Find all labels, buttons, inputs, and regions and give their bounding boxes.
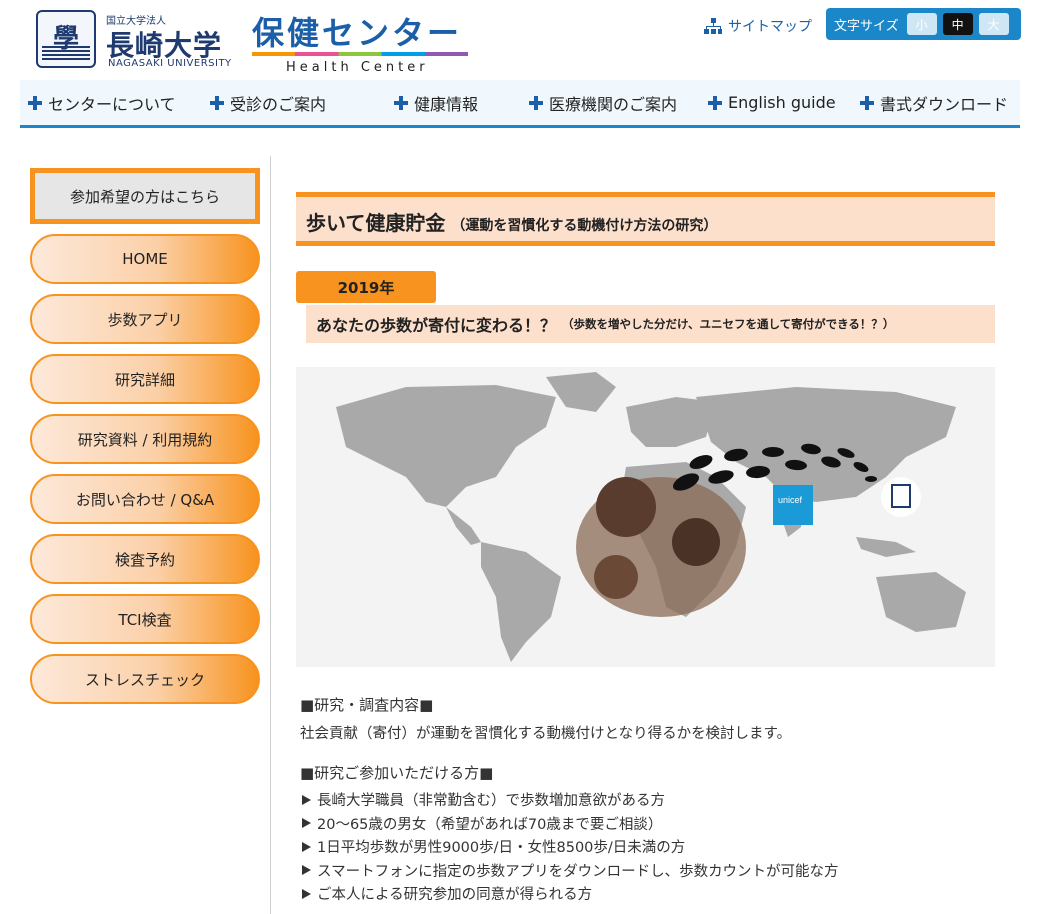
center-title-jp: 保健センター bbox=[252, 14, 463, 52]
list-item: 20～65歳の男女（希望があれば70歳まで要ご相談） bbox=[302, 812, 839, 836]
section-eligibility-title: ■研究ご参加いただける方■ bbox=[300, 764, 494, 782]
list-item: ご本人による研究参加の同意が得られる方 bbox=[302, 882, 839, 906]
center-title-en: Health Center bbox=[286, 60, 429, 75]
plus-icon bbox=[394, 95, 408, 110]
page-title-box: 歩いて健康貯金 （運動を習慣化する動機付け方法の研究） bbox=[296, 192, 995, 246]
sitemap-label: サイトマップ bbox=[728, 19, 812, 35]
font-size-large-button[interactable]: 大 bbox=[978, 13, 1009, 35]
plus-icon bbox=[529, 95, 543, 110]
sidebar-item-tci[interactable]: TCI検査 bbox=[30, 594, 260, 644]
page-subtitle: （運動を習慣化する動機付け方法の研究） bbox=[451, 218, 718, 234]
nav-label: センターについて bbox=[48, 94, 176, 114]
page-title: 歩いて健康貯金 bbox=[306, 211, 446, 235]
sidebar-item-research-materials[interactable]: 研究資料 / 利用規約 bbox=[30, 414, 260, 464]
plus-icon bbox=[708, 95, 722, 110]
university-crest-icon: 學 bbox=[36, 10, 96, 68]
font-size-medium-button[interactable]: 中 bbox=[942, 13, 973, 35]
list-item-text: 長崎大学職員（非常勤含む）で歩数増加意欲がある方 bbox=[317, 793, 665, 810]
unicef-logo-text: unicef bbox=[778, 495, 803, 505]
headline: あなたの歩数が寄付に変わる！？ bbox=[316, 316, 557, 335]
nav-item-downloads[interactable]: 書式ダウンロード bbox=[860, 91, 1008, 115]
nav-label: 健康情報 bbox=[414, 94, 479, 114]
arrow-bullet-icon bbox=[302, 794, 311, 805]
site-header: 學 国立大学法人 長崎大学 NAGASAKI UNIVERSITY 保健センター… bbox=[0, 0, 1042, 80]
health-center-title[interactable]: 保健センター Health Center bbox=[252, 8, 468, 75]
nav-label: English guide bbox=[728, 93, 836, 112]
list-item-text: 1日平均歩数が男性9000歩/日・女性8500歩/日未満の方 bbox=[317, 840, 686, 857]
plus-icon bbox=[860, 95, 874, 110]
sitemap-link[interactable]: サイトマップ bbox=[704, 16, 812, 36]
sidebar-item-contact[interactable]: お問い合わせ / Q&A bbox=[30, 474, 260, 524]
font-size-switcher: 文字サイズ 小 中 大 bbox=[826, 8, 1021, 40]
arrow-bullet-icon bbox=[302, 818, 311, 829]
sitemap-icon bbox=[704, 18, 722, 34]
nav-item-medical-institutions[interactable]: 医療機関のご案内 bbox=[529, 91, 677, 115]
nagasaki-university-logo[interactable]: 學 国立大学法人 長崎大学 NAGASAKI UNIVERSITY bbox=[36, 10, 236, 70]
rainbow-bar bbox=[252, 52, 468, 56]
list-item: 長崎大学職員（非常勤含む）で歩数増加意欲がある方 bbox=[302, 788, 839, 812]
nav-item-english-guide[interactable]: English guide bbox=[708, 93, 836, 112]
list-item-text: スマートフォンに指定の歩数アプリをダウンロードし、歩数カウントが可能な方 bbox=[317, 863, 839, 880]
nav-item-about[interactable]: センターについて bbox=[28, 91, 176, 115]
sidebar-item-home[interactable]: HOME bbox=[30, 234, 260, 284]
list-item: 1日平均歩数が男性9000歩/日・女性8500歩/日未満の方 bbox=[302, 835, 839, 859]
join-button[interactable]: 参加希望の方はこちら bbox=[30, 168, 260, 224]
arrow-bullet-icon bbox=[302, 865, 311, 876]
sidebar: 参加希望の方はこちら HOME 歩数アプリ 研究詳細 研究資料 / 利用規約 お… bbox=[30, 168, 262, 704]
headline-note: （歩数を増やした分だけ、ユニセフを通して寄付ができる！？） bbox=[562, 317, 895, 331]
year-tab: 2019年 bbox=[296, 271, 436, 303]
font-size-label: 文字サイズ bbox=[834, 18, 899, 34]
sidebar-item-exam-booking[interactable]: 検査予約 bbox=[30, 534, 260, 584]
arrow-bullet-icon bbox=[302, 841, 311, 852]
arrow-bullet-icon bbox=[302, 888, 311, 899]
list-item: スマートフォンに指定の歩数アプリをダウンロードし、歩数カウントが可能な方 bbox=[302, 859, 839, 883]
plus-icon bbox=[28, 95, 42, 110]
global-nav: センターについて 受診のご案内 健康情報 医療機関のご案内 English gu… bbox=[20, 80, 1020, 128]
nav-label: 医療機関のご案内 bbox=[549, 94, 678, 114]
nav-label: 書式ダウンロード bbox=[880, 94, 1009, 114]
font-size-small-button[interactable]: 小 bbox=[906, 13, 937, 35]
section-research-body: 社会貢献（寄付）が運動を習慣化する動機付けとなり得るかを検討します。 bbox=[300, 726, 792, 742]
sidebar-item-stress-check[interactable]: ストレスチェック bbox=[30, 654, 260, 704]
list-item-text: ご本人による研究参加の同意が得られる方 bbox=[317, 887, 593, 904]
main-content: 歩いて健康貯金 （運動を習慣化する動機付け方法の研究） 2019年 あなたの歩数… bbox=[296, 192, 995, 903]
sidebar-item-step-app[interactable]: 歩数アプリ bbox=[30, 294, 260, 344]
list-item-text: 20～65歳の男女（希望があれば70歳まで要ご相談） bbox=[317, 816, 663, 833]
plus-icon bbox=[210, 95, 224, 110]
sidebar-divider bbox=[270, 156, 271, 914]
world-map-image: unicef bbox=[296, 367, 995, 667]
nav-item-health-info[interactable]: 健康情報 bbox=[394, 91, 478, 115]
section-research-title: ■研究・調査内容■ bbox=[300, 696, 434, 714]
nav-label: 受診のご案内 bbox=[230, 94, 327, 114]
sidebar-item-research-details[interactable]: 研究詳細 bbox=[30, 354, 260, 404]
headline-box: あなたの歩数が寄付に変わる！？ （歩数を増やした分だけ、ユニセフを通して寄付がで… bbox=[306, 305, 995, 343]
logo-university-en: NAGASAKI UNIVERSITY bbox=[108, 58, 232, 69]
eligibility-list: 長崎大学職員（非常勤含む）で歩数増加意欲がある方 20～65歳の男女（希望があれ… bbox=[302, 788, 839, 906]
nav-item-consultation[interactable]: 受診のご案内 bbox=[210, 91, 326, 115]
